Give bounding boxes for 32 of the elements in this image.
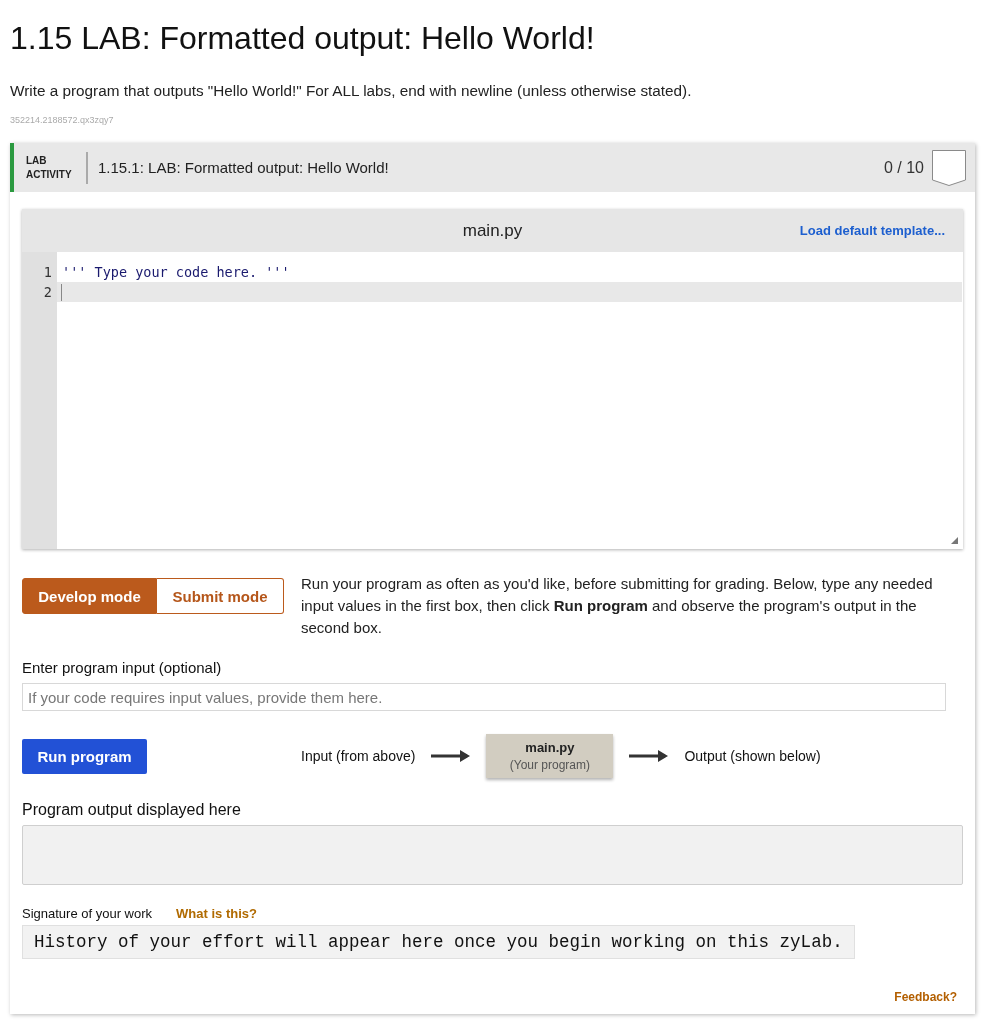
page-title: 1.15 LAB: Formatted output: Hello World! bbox=[10, 19, 595, 58]
code-input-area[interactable]: 1 2 ''' Type your code here. ''' bbox=[22, 252, 963, 549]
activity-type-label: LAB ACTIVITY bbox=[26, 153, 73, 182]
feedback-link[interactable]: Feedback? bbox=[894, 990, 957, 1004]
program-input-field[interactable]: If your code requires input values, provide them here. bbox=[22, 683, 946, 711]
line-number: 1 bbox=[42, 263, 53, 282]
flow-label: Input (from above) bbox=[301, 748, 416, 764]
code-line: ''' Type your code here. ''' bbox=[61, 263, 291, 282]
signature-label: Signature of your work bbox=[22, 905, 153, 921]
right-arrow-icon bbox=[431, 750, 471, 762]
activity-title: 1.15.1: LAB: Formatted output: Hello World! bbox=[98, 159, 390, 176]
flow-label: Output (shown below) bbox=[684, 748, 821, 764]
input-label: Enter program input (optional) bbox=[22, 659, 222, 677]
mode-tab[interactable]: Develop mode bbox=[22, 578, 157, 614]
load-template-link[interactable]: Load default template... bbox=[799, 223, 945, 238]
program-caption: (Your program) bbox=[509, 758, 590, 772]
signature-panel: History of your effort will appear here once you begin working on this zyLab. bbox=[22, 925, 855, 959]
mode-help-text: Run your program as often as you'd like, before submitting for grading. Below, type any needed input values in the first box, then click Run program and observe the program's output in the second box. bbox=[301, 574, 934, 638]
mode-tab[interactable]: Submit mode bbox=[157, 578, 284, 614]
activity-id: 352214.2188572.qx3zqy7 bbox=[10, 114, 114, 126]
what-is-this-link[interactable]: What is this? bbox=[176, 905, 257, 921]
badge-outline-icon bbox=[932, 149, 966, 186]
resize-grip-icon[interactable] bbox=[951, 537, 958, 544]
task-description: Write a program that outputs "Hello World!" For ALL labs, end with newline (unless otherwise stated). bbox=[10, 82, 692, 100]
output-label: Program output displayed here bbox=[22, 801, 241, 819]
run-program-button[interactable]: Run program bbox=[22, 738, 147, 774]
line-number: 2 bbox=[42, 283, 53, 302]
program-file-name: main.py bbox=[525, 740, 575, 755]
file-name: main.py bbox=[462, 220, 523, 241]
right-arrow-icon bbox=[629, 750, 669, 762]
score-text: 0 / 10 bbox=[883, 158, 924, 177]
text-cursor-icon bbox=[61, 283, 62, 301]
